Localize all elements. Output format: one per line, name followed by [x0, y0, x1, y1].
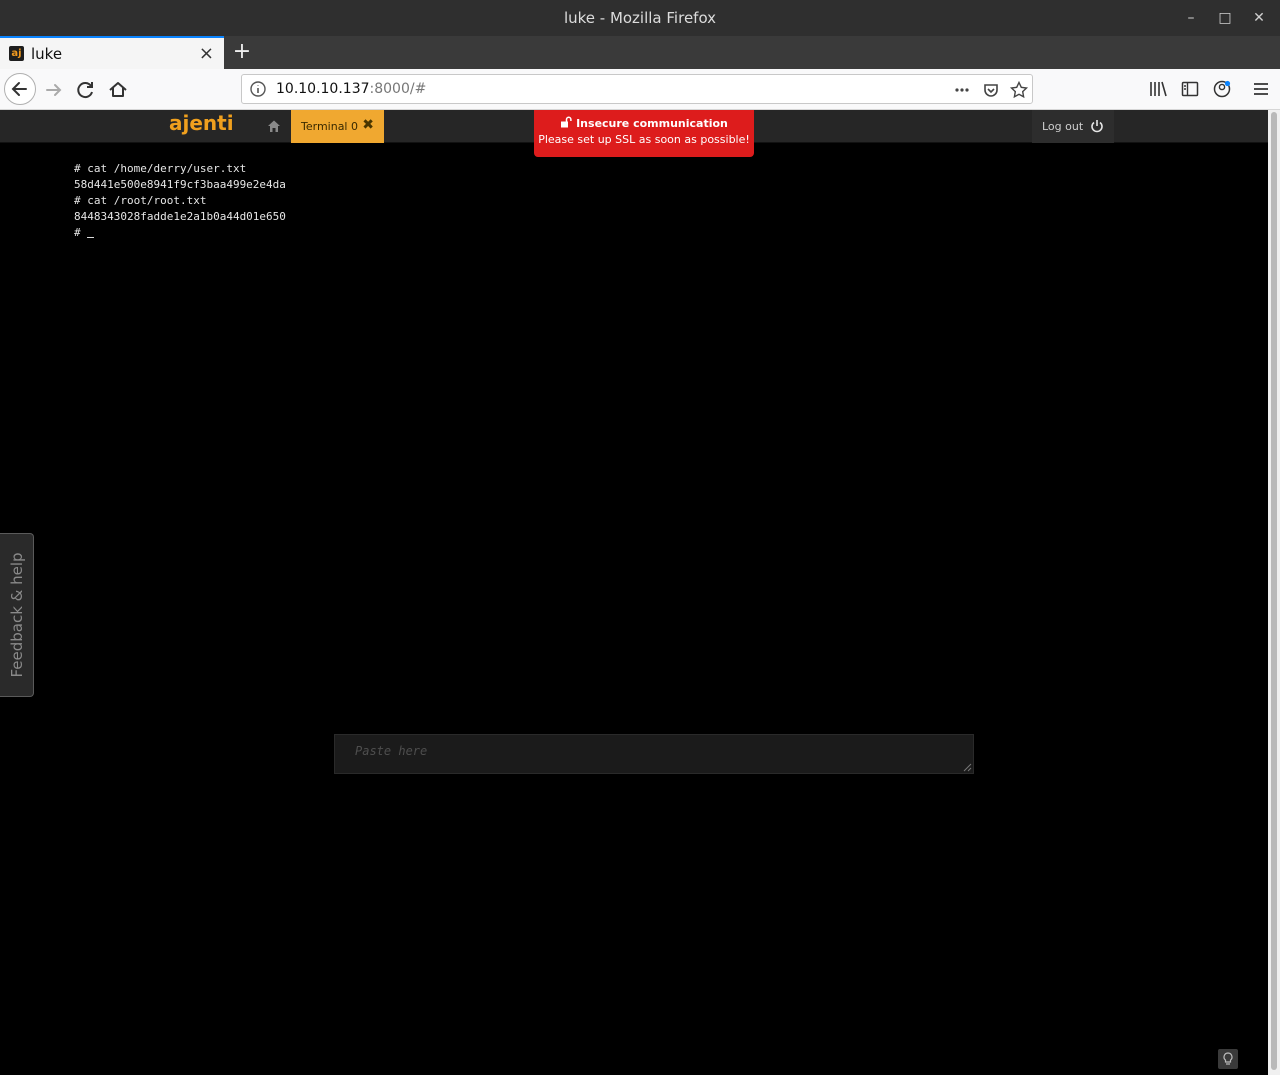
terminal-line: 8448343028fadde1e2a1b0a44d01e650: [74, 210, 286, 223]
terminal-line: # cat /home/derry/user.txt: [74, 162, 247, 175]
tab-title: luke: [31, 45, 63, 63]
tab-close-icon[interactable]: ✖: [362, 117, 374, 133]
tab-terminal-0[interactable]: Terminal 0 ✖: [291, 110, 384, 143]
url-text[interactable]: 10.10.10.137:8000/#: [276, 81, 426, 97]
terminal-line: # cat /root/root.txt: [74, 194, 207, 207]
terminal-prompt-line: #: [74, 225, 286, 241]
menu-icon[interactable]: [1251, 79, 1271, 99]
page-actions-icon[interactable]: [952, 80, 972, 100]
maximize-icon[interactable]: □: [1215, 8, 1235, 28]
bulb-button[interactable]: [1218, 1049, 1238, 1069]
reload-button[interactable]: [71, 75, 101, 105]
logout-button[interactable]: Log out: [1032, 110, 1114, 143]
sidebar-icon[interactable]: [1180, 79, 1200, 99]
terminal-cursor: [87, 226, 95, 238]
close-icon[interactable]: ✕: [1249, 8, 1269, 28]
favicon-icon: aj: [9, 46, 24, 61]
url-path: :8000/#: [369, 81, 427, 97]
home-icon: [109, 82, 127, 97]
terminal-output[interactable]: # cat /home/derry/user.txt 58d441e500e89…: [74, 161, 286, 241]
window-titlebar: luke - Mozilla Firefox – □ ✕: [0, 0, 1280, 36]
browser-tab[interactable]: aj luke ×: [0, 36, 224, 69]
logout-label: Log out: [1042, 120, 1084, 133]
feedback-help-tab[interactable]: Feedback & help: [0, 533, 34, 697]
home-button[interactable]: [103, 75, 133, 105]
library-icon[interactable]: [1148, 79, 1168, 99]
paste-textarea[interactable]: [334, 734, 974, 774]
scrollbar-thumb[interactable]: [1271, 112, 1277, 1070]
window-title: luke - Mozilla Firefox: [563, 9, 717, 27]
minimize-icon[interactable]: –: [1181, 8, 1201, 28]
tab-strip: aj luke × +: [0, 36, 1280, 69]
forward-button[interactable]: [39, 75, 69, 105]
bookmark-star-icon[interactable]: [1009, 80, 1029, 100]
back-arrow-icon: [11, 82, 27, 96]
banner-heading: Insecure communication: [534, 116, 754, 130]
back-button[interactable]: [4, 73, 36, 105]
banner-title: Insecure communication: [576, 117, 728, 130]
url-host: 10.10.10.137: [276, 81, 370, 97]
terminal-prompt: #: [74, 226, 88, 239]
pocket-icon[interactable]: [981, 80, 1001, 100]
power-icon: [1091, 120, 1103, 133]
navigation-toolbar: 10.10.10.137:8000/#: [0, 69, 1280, 110]
account-icon[interactable]: [1212, 79, 1232, 99]
unlock-icon: [561, 116, 572, 128]
lightbulb-icon: [1223, 1052, 1233, 1065]
reload-icon: [77, 82, 93, 99]
forward-arrow-icon: [46, 84, 62, 96]
terminal-line: 58d441e500e8941f9cf3baa499e2e4da: [74, 178, 286, 191]
insecure-warning-banner: Insecure communication Please set up SSL…: [534, 110, 754, 157]
new-tab-button[interactable]: +: [230, 39, 254, 65]
tab-close-icon[interactable]: ×: [199, 43, 214, 64]
info-icon[interactable]: [250, 81, 266, 97]
ajenti-logo: ajenti: [169, 111, 234, 135]
tab-terminal-label: Terminal 0: [301, 120, 358, 133]
resize-grip-icon[interactable]: [962, 762, 972, 772]
feedback-label: Feedback & help: [7, 552, 26, 678]
address-bar[interactable]: 10.10.10.137:8000/#: [241, 74, 1033, 104]
home-icon[interactable]: [266, 118, 282, 134]
banner-message: Please set up SSL as soon as possible!: [538, 133, 750, 146]
